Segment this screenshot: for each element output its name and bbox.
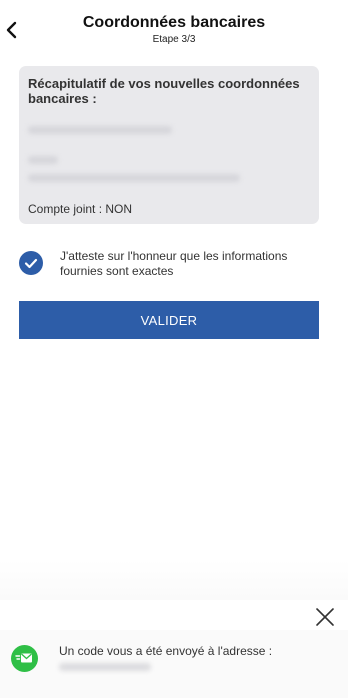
summary-heading: Récapitulatif de vos nouvelles coordonné… [28, 76, 300, 106]
account-holder-name-redacted [28, 126, 172, 134]
toast-message: Un code vous a été envoyé à l'adresse : [59, 644, 273, 658]
attestation-checkbox-row[interactable]: J'atteste sur l'honneur que les informat… [19, 248, 319, 282]
step-indicator: Etape 3/3 [152, 34, 196, 45]
attestation-checkbox[interactable] [19, 251, 43, 275]
mail-icon [11, 645, 38, 672]
email-address-redacted [59, 663, 151, 671]
header: Coordonnées bancaires Etape 3/3 [0, 0, 348, 56]
toast-shadow [0, 560, 348, 600]
envelope-glyph [15, 653, 32, 663]
attestation-label: J'atteste sur l'honneur que les informat… [60, 249, 288, 278]
check-circle-icon [24, 258, 38, 269]
email-code-toast: Un code vous a été envoyé à l'adresse : [0, 630, 348, 698]
close-icon [316, 608, 334, 626]
validate-button[interactable]: VALIDER [19, 301, 319, 339]
close-toast-button[interactable] [315, 607, 335, 627]
joint-account-status: Compte joint : NON [28, 202, 133, 216]
page-title: Coordonnées bancaires [82, 14, 266, 31]
iban-value-redacted [28, 174, 240, 182]
bank-details-summary-card: Récapitulatif de vos nouvelles coordonné… [19, 66, 319, 224]
iban-label-redacted [28, 156, 58, 164]
